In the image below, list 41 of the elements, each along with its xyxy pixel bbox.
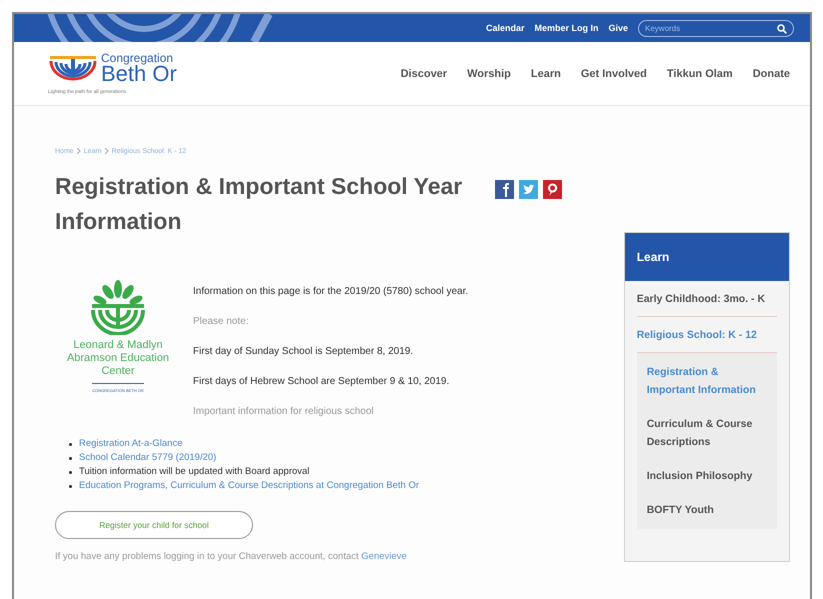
education-center-logo-icon	[88, 279, 148, 335]
sidebar-subitem[interactable]: BOFTY Youth	[646, 495, 767, 529]
contact-text: If you have any problems logging in to your Chaverweb account, contact Genevieve	[55, 551, 408, 562]
logo-text: Congregation	[101, 52, 174, 64]
info-link[interactable]: Registration At-a-Glance	[79, 437, 182, 451]
nav-link[interactable]: Discover	[400, 68, 448, 80]
top-link[interactable]: Calendar	[486, 23, 524, 33]
sidebar-subitem[interactable]: Curriculum & Course Descriptions	[646, 409, 767, 461]
bullet-icon	[69, 456, 72, 460]
page-title: Registration & Important School Year Information	[55, 172, 464, 236]
pin-icon[interactable]	[543, 180, 562, 199]
sidebar-subitem[interactable]: Inclusion Philosophy	[646, 461, 767, 495]
sidebar-title: Learn	[624, 233, 789, 281]
info-text: First day of Sunday School is September 8, 2019.	[193, 345, 414, 359]
search-field[interactable]: Keywords	[638, 20, 794, 36]
nav-link[interactable]: Get Involved	[580, 68, 647, 80]
logo-text: Beth Or	[101, 64, 177, 84]
bullet-icon	[69, 470, 72, 474]
bird-icon[interactable]	[519, 180, 538, 199]
info-text: Information on this page is for the 2019/20 (5780) school year.	[193, 285, 468, 299]
top-link[interactable]: Give	[608, 23, 628, 33]
nav-link[interactable]: Tikkun Olam	[666, 68, 733, 80]
info-link[interactable]: Education Programs, Curriculum & Course Descriptions at Congregation Beth Or	[79, 479, 420, 493]
nav-link[interactable]: Learn	[530, 68, 561, 80]
menorah-logo-icon	[48, 55, 98, 81]
top-link[interactable]: Member Log In	[534, 23, 598, 33]
info-link[interactable]: School Calendar 5779 (2019/20)	[79, 451, 216, 465]
info-text: Please note:	[193, 315, 250, 329]
education-center-name: Leonard & Madlyn Abramson Education Center	[66, 339, 170, 378]
info-text: Tuition information will be updated with Board approval	[79, 465, 310, 479]
nav-link[interactable]: Worship	[467, 68, 511, 80]
bullet-icon	[69, 442, 72, 446]
breadcrumb-separator-icon	[76, 148, 81, 154]
search-icon[interactable]	[777, 24, 787, 34]
nav-link[interactable]: Donate	[752, 68, 790, 80]
sidebar-item[interactable]: Early Childhood: 3mo. - K	[636, 281, 777, 317]
info-text: First days of Hebrew School are September 9 & 10, 2019.	[193, 375, 450, 389]
info-text: Important information for religious school	[193, 405, 375, 419]
bullet-icon	[69, 484, 72, 488]
breadcrumb-separator-icon	[104, 148, 109, 154]
facebook-icon[interactable]	[495, 180, 514, 199]
